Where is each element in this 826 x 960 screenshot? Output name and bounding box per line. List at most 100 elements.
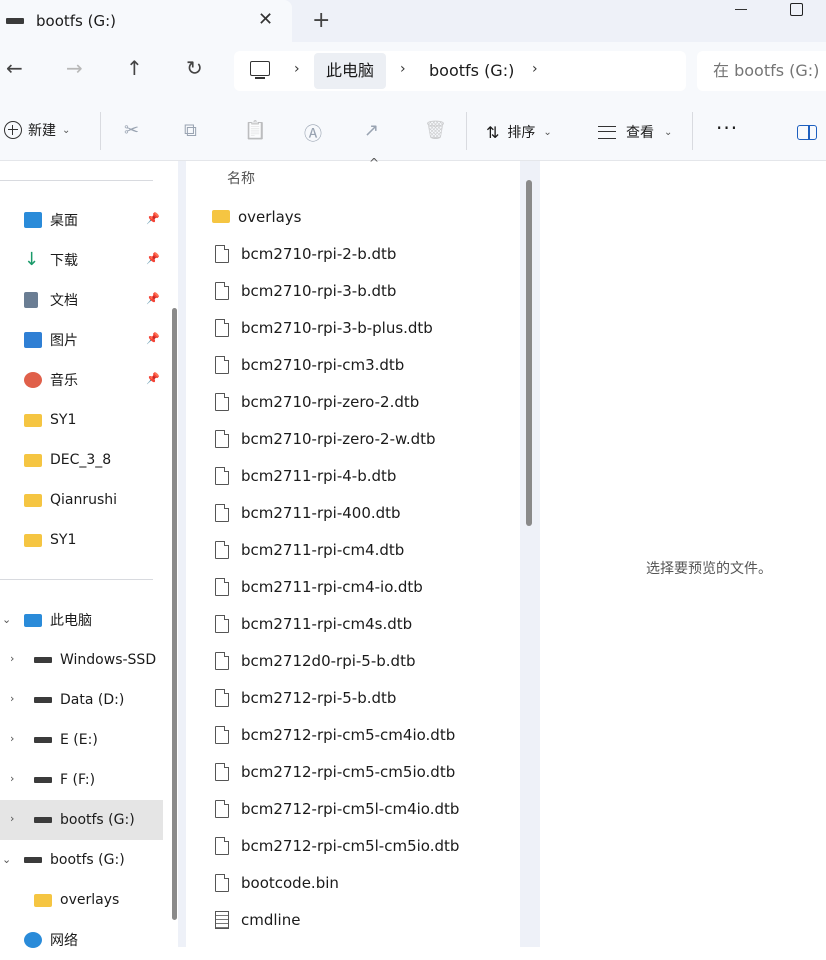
chevron-down-icon[interactable]: ⌄: [2, 853, 11, 866]
search-input[interactable]: [713, 61, 823, 80]
new-tab-button[interactable]: +: [312, 8, 330, 33]
sidebar-item-this-pc[interactable]: 此电脑: [24, 600, 92, 640]
sort-button[interactable]: ⇅ 排序 ⌄: [486, 122, 552, 142]
sidebar-item-desktop[interactable]: 桌面: [24, 200, 78, 240]
list-item[interactable]: bcm2711-rpi-cm4s.dtb: [215, 605, 412, 642]
delete-icon[interactable]: 🗑: [424, 120, 447, 141]
list-item[interactable]: bcm2712d0-rpi-5-b.dtb: [215, 642, 415, 679]
list-item[interactable]: overlays: [212, 198, 302, 235]
chevron-right-icon[interactable]: ›: [10, 812, 14, 825]
list-item[interactable]: bcm2710-rpi-3-b-plus.dtb: [215, 309, 433, 346]
file-name: bcm2712-rpi-cm5l-cm4io.dtb: [241, 799, 460, 818]
list-item[interactable]: bcm2711-rpi-4-b.dtb: [215, 457, 396, 494]
back-button[interactable]: ←: [6, 56, 23, 80]
sidebar-item-dec-3-8[interactable]: DEC_3_8: [24, 440, 111, 480]
sidebar-item-label: Qianrushi: [50, 492, 118, 508]
download-icon: ↓: [24, 249, 40, 270]
cut-icon[interactable]: ✂: [124, 120, 139, 141]
list-item[interactable]: bcm2710-rpi-2-b.dtb: [215, 235, 396, 272]
rename-icon[interactable]: Ⓐ: [304, 120, 322, 146]
more-options-button[interactable]: ···: [716, 116, 738, 140]
sidebar-item-data-d[interactable]: Data (D:): [34, 680, 124, 720]
drive-icon: [34, 777, 52, 783]
breadcrumb-chevron-icon[interactable]: ›: [400, 61, 406, 77]
list-item[interactable]: bcm2710-rpi-zero-2-w.dtb: [215, 420, 436, 457]
list-item[interactable]: bcm2711-rpi-400.dtb: [215, 494, 401, 531]
pin-icon[interactable]: 📌: [146, 292, 160, 305]
file-name: overlays: [238, 207, 302, 226]
share-icon[interactable]: ↗: [364, 120, 379, 141]
sidebar-item-music[interactable]: 音乐: [24, 360, 78, 400]
refresh-button[interactable]: ↻: [186, 56, 203, 80]
file-icon: [215, 836, 229, 855]
list-item[interactable]: bcm2710-rpi-cm3.dtb: [215, 346, 404, 383]
file-icon: [215, 651, 229, 670]
computer-icon[interactable]: [250, 61, 270, 79]
sidebar-item-overlays[interactable]: overlays: [34, 880, 119, 920]
breadcrumb-this-pc[interactable]: 此电脑: [314, 53, 387, 89]
pin-icon[interactable]: 📌: [146, 252, 160, 265]
sidebar-item-documents[interactable]: 文档: [24, 280, 78, 320]
pin-icon[interactable]: 📌: [146, 212, 160, 225]
column-header-name[interactable]: 名称: [227, 168, 255, 188]
pictures-icon: [24, 332, 42, 348]
pin-icon[interactable]: 📌: [146, 332, 160, 345]
paste-icon[interactable]: 📋: [244, 120, 266, 141]
sidebar-item-f[interactable]: F (F:): [34, 760, 95, 800]
list-item[interactable]: cmdline: [215, 901, 300, 938]
sidebar-item-sy1-2[interactable]: SY1: [24, 520, 76, 560]
file-icon: [215, 244, 229, 263]
sidebar-item-bootfs-g[interactable]: bootfs (G:): [34, 800, 135, 840]
new-button[interactable]: 新建 ⌄: [4, 120, 70, 140]
list-item[interactable]: bcm2710-rpi-3-b.dtb: [215, 272, 396, 309]
sidebar-item-e[interactable]: E (E:): [34, 720, 98, 760]
chevron-down-icon[interactable]: ⌄: [2, 613, 11, 626]
details-pane-icon[interactable]: [797, 125, 817, 140]
pane-gap: [178, 161, 186, 947]
drive-icon: [34, 817, 52, 823]
pin-icon[interactable]: 📌: [146, 372, 160, 385]
sidebar-item-label: 音乐: [50, 373, 78, 389]
sidebar-item-windows-ssd[interactable]: Windows-SSD: [34, 640, 156, 680]
list-item[interactable]: bcm2710-rpi-zero-2.dtb: [215, 383, 419, 420]
list-item[interactable]: bcm2711-rpi-cm4.dtb: [215, 531, 404, 568]
view-button[interactable]: 查看 ⌄: [598, 122, 672, 142]
breadcrumb-chevron-icon[interactable]: ›: [294, 61, 300, 77]
list-item[interactable]: bcm2712-rpi-cm5-cm5io.dtb: [215, 753, 455, 790]
chevron-right-icon[interactable]: ›: [10, 692, 14, 705]
up-button[interactable]: ↑: [126, 56, 143, 80]
sidebar-scrollbar[interactable]: [172, 308, 177, 920]
sidebar-item-pictures[interactable]: 图片: [24, 320, 78, 360]
list-item[interactable]: bootcode.bin: [215, 864, 339, 901]
breadcrumb-bootfs[interactable]: bootfs (G:): [429, 61, 514, 80]
chevron-right-icon[interactable]: ›: [10, 652, 14, 665]
file-name: bcm2711-rpi-cm4.dtb: [241, 540, 405, 559]
sidebar-item-network[interactable]: 网络: [24, 920, 78, 960]
breadcrumb-chevron-icon[interactable]: ›: [532, 61, 538, 77]
file-list-scrollbar[interactable]: [526, 180, 532, 526]
sidebar-item-downloads[interactable]: ↓ 下载: [24, 240, 78, 280]
file-icon: [215, 688, 229, 707]
copy-icon[interactable]: ⧉: [184, 120, 197, 141]
sidebar-item-label: 文档: [50, 293, 78, 309]
file-name: bcm2710-rpi-3-b.dtb: [241, 281, 397, 300]
maximize-button[interactable]: [790, 3, 803, 16]
search-box[interactable]: [697, 51, 826, 91]
minimize-button[interactable]: [732, 0, 752, 20]
file-name: bcm2710-rpi-zero-2-w.dtb: [241, 429, 436, 448]
list-item[interactable]: bcm2711-rpi-cm4-io.dtb: [215, 568, 423, 605]
sort-ascending-icon: ^: [369, 156, 380, 170]
file-name: bcm2712-rpi-cm5l-cm5io.dtb: [241, 836, 460, 855]
sidebar-item-bootfs-root[interactable]: bootfs (G:): [24, 840, 125, 880]
chevron-right-icon[interactable]: ›: [10, 772, 14, 785]
list-item[interactable]: bcm2712-rpi-cm5l-cm4io.dtb: [215, 790, 459, 827]
preview-pane: [540, 161, 826, 947]
list-item[interactable]: bcm2712-rpi-cm5l-cm5io.dtb: [215, 827, 459, 864]
list-item[interactable]: bcm2712-rpi-5-b.dtb: [215, 679, 396, 716]
forward-button[interactable]: →: [66, 56, 83, 80]
sidebar-item-sy1[interactable]: SY1: [24, 400, 76, 440]
sidebar-item-qianrushi[interactable]: Qianrushi: [24, 480, 117, 520]
list-item[interactable]: bcm2712-rpi-cm5-cm4io.dtb: [215, 716, 455, 753]
chevron-right-icon[interactable]: ›: [10, 732, 14, 745]
close-tab-icon[interactable]: ✕: [258, 9, 273, 30]
